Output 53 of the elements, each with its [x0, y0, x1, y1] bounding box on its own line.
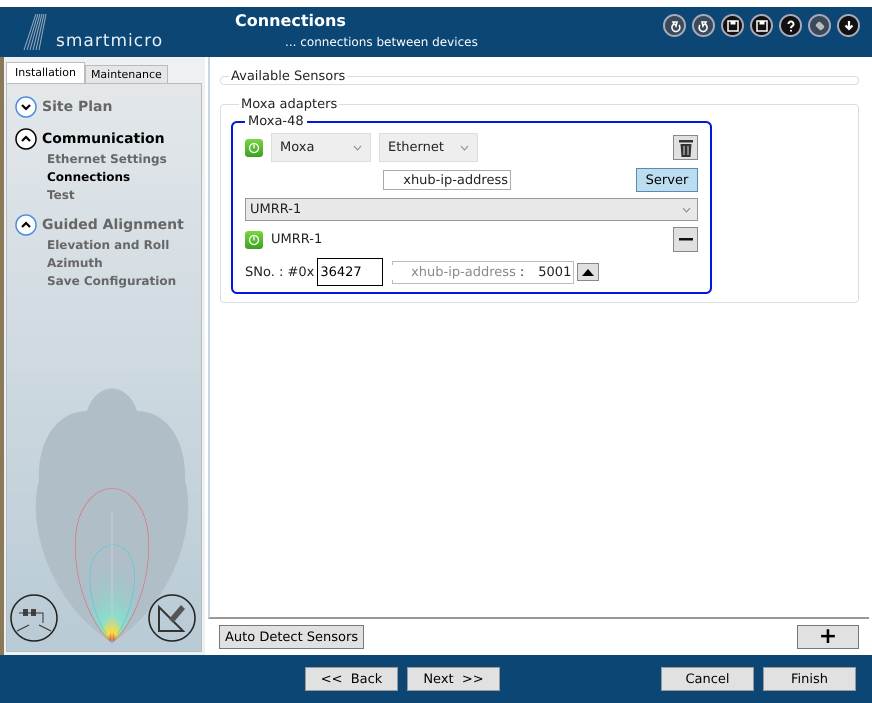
power-icon[interactable] [245, 230, 263, 248]
road-sensor-icon[interactable] [9, 593, 59, 643]
delete-button[interactable] [673, 135, 698, 160]
caret-icon [460, 144, 469, 150]
section-header[interactable]: Site Plan [15, 96, 201, 118]
expand-button[interactable] [577, 263, 600, 281]
nav-item[interactable]: Azimuth [15, 254, 201, 272]
sidebar-tab[interactable]: Installation [6, 62, 85, 83]
save-as-icon[interactable] [750, 14, 773, 37]
section-header[interactable]: Communication [15, 128, 201, 150]
nav-item[interactable]: Elevation and Roll [15, 236, 201, 254]
chevron-up-icon [15, 214, 37, 236]
group-title: Moxa adapters [240, 97, 338, 112]
add-button[interactable]: + [797, 625, 859, 649]
undo-icon[interactable] [663, 14, 686, 37]
serial-label: SNo. : #0x [245, 264, 314, 280]
help-icon[interactable] [779, 14, 802, 37]
finish-button[interactable]: Finish [763, 667, 856, 691]
nav-item[interactable]: Test [15, 186, 201, 204]
page-title: Connections [235, 11, 347, 30]
connection-dropdown[interactable]: Ethernet [379, 133, 478, 162]
nav-item[interactable]: Save Configuration [15, 272, 201, 290]
save-icon[interactable] [721, 14, 744, 37]
power-icon[interactable] [245, 138, 263, 156]
chevron-up-icon [15, 128, 37, 150]
sensor-dropdown[interactable]: UMRR-1 [245, 198, 698, 221]
cancel-button[interactable]: Cancel [661, 667, 754, 691]
trash-icon [678, 138, 694, 158]
next-button[interactable]: Next >> [407, 667, 500, 691]
type-dropdown[interactable]: Moxa [271, 133, 371, 162]
brand-name: smartmicro [56, 31, 164, 51]
serial-field[interactable]: 36427 [317, 258, 384, 286]
ruler-pencil-icon[interactable] [147, 593, 197, 643]
sidebar-tab[interactable]: Maintenance [84, 65, 168, 83]
caret-icon [682, 206, 691, 212]
auto-detect-button[interactable]: Auto Detect Sensors [219, 625, 364, 649]
caret-icon [353, 144, 362, 150]
adapter-title: Moxa-48 [247, 114, 305, 129]
minus-icon [678, 238, 692, 241]
page-subtitle: ... connections between devices [285, 35, 479, 49]
download-icon[interactable] [837, 14, 860, 37]
sensor-name: UMRR-1 [271, 232, 322, 247]
group-title: Available Sensors [230, 69, 346, 84]
chevron-down-icon [15, 96, 37, 118]
back-button[interactable]: << Back [305, 667, 398, 691]
triangle-up-icon [582, 268, 594, 276]
section-header[interactable]: Guided Alignment [15, 214, 201, 236]
remove-button[interactable] [673, 227, 698, 252]
redo-icon[interactable] [692, 14, 715, 37]
nav-item[interactable]: Connections [15, 168, 201, 186]
nav-item[interactable]: Ethernet Settings [15, 150, 201, 168]
server-button[interactable]: Server [636, 168, 698, 192]
ip-field[interactable]: xhub-ip-address [383, 170, 511, 190]
